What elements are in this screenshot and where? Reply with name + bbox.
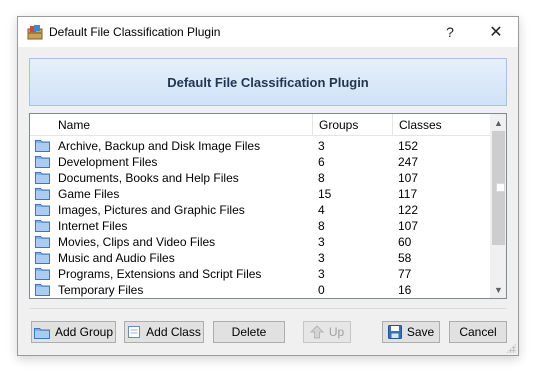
add-class-button[interactable]: Add Class — [124, 321, 204, 343]
folder-icon — [33, 327, 50, 339]
dialog-window: Default File Classification Plugin ? ✕ D… — [17, 16, 519, 356]
item-groups: 8 — [318, 171, 325, 185]
list-item[interactable]: Internet Files 8 107 — [30, 218, 490, 234]
list-item[interactable]: Music and Audio Files 3 58 — [30, 250, 490, 266]
help-button[interactable]: ? — [428, 17, 472, 47]
item-groups: 3 — [318, 235, 325, 249]
column-header-classes[interactable]: Classes — [392, 114, 490, 136]
item-groups: 4 — [318, 203, 325, 217]
item-name: Archive, Backup and Disk Image Files — [58, 139, 261, 153]
item-name: Internet Files — [58, 219, 128, 233]
item-groups: 3 — [318, 251, 325, 265]
cancel-button[interactable]: Cancel — [449, 321, 507, 343]
item-classes: 60 — [398, 235, 412, 249]
folder-icon — [35, 140, 50, 152]
folder-icon — [35, 220, 50, 232]
column-header-name[interactable]: Name — [52, 114, 312, 136]
add-class-label: Add Class — [146, 325, 201, 339]
scrollbar-grip — [496, 183, 505, 192]
banner-title: Default File Classification Plugin — [167, 74, 369, 90]
list-item[interactable]: Game Files 15 117 — [30, 186, 490, 202]
floppy-disk-icon — [387, 325, 402, 339]
classification-list[interactable]: Name Groups Classes Archive, Backup and … — [29, 113, 507, 299]
window-title: Default File Classification Plugin — [49, 25, 221, 39]
app-icon — [27, 25, 43, 40]
item-name: Game Files — [58, 187, 120, 201]
resize-grip[interactable] — [506, 343, 516, 353]
folder-icon — [35, 252, 50, 264]
close-button[interactable]: ✕ — [474, 17, 518, 47]
folder-icon — [35, 156, 50, 168]
list-item[interactable]: Development Files 6 247 — [30, 154, 490, 170]
item-classes: 122 — [398, 203, 419, 217]
document-icon — [128, 326, 141, 338]
column-header-groups[interactable]: Groups — [312, 114, 392, 136]
folder-icon — [35, 268, 50, 280]
item-groups: 6 — [318, 155, 325, 169]
item-groups: 8 — [318, 219, 325, 233]
title-bar[interactable]: Default File Classification Plugin ? ✕ — [18, 17, 518, 47]
item-name: Temporary Files — [58, 283, 144, 297]
scroll-up-arrow-icon[interactable]: ▲ — [490, 114, 506, 131]
folder-icon — [35, 188, 50, 200]
list-item[interactable]: Programs, Extensions and Script Files 3 77 — [30, 266, 490, 282]
list-rows: Archive, Backup and Disk Image Files 3 152… — [30, 138, 490, 298]
up-button[interactable]: Up — [303, 321, 351, 343]
folder-icon — [35, 172, 50, 184]
list-item[interactable]: Movies, Clips and Video Files 3 60 — [30, 234, 490, 250]
list-item[interactable]: Temporary Files 0 16 — [30, 282, 490, 298]
scrollbar-thumb[interactable] — [492, 131, 505, 245]
add-group-button[interactable]: Add Group — [31, 321, 116, 343]
item-classes: 58 — [398, 251, 412, 265]
add-group-label: Add Group — [54, 325, 114, 339]
item-classes: 152 — [398, 139, 419, 153]
item-name: Programs, Extensions and Script Files — [58, 267, 262, 281]
item-classes: 107 — [398, 171, 419, 185]
list-header: Name Groups Classes — [30, 114, 490, 136]
folder-icon — [35, 236, 50, 248]
item-groups: 0 — [318, 283, 325, 297]
up-label: Up — [328, 325, 345, 339]
folder-icon — [35, 204, 50, 216]
item-classes: 247 — [398, 155, 419, 169]
item-classes: 77 — [398, 267, 412, 281]
header-banner: Default File Classification Plugin — [29, 58, 507, 106]
save-label: Save — [406, 325, 435, 339]
folder-icon — [35, 284, 50, 296]
item-name: Development Files — [58, 155, 158, 169]
item-groups: 3 — [318, 267, 325, 281]
delete-button[interactable]: Delete — [213, 321, 285, 343]
list-item[interactable]: Documents, Books and Help Files 8 107 — [30, 170, 490, 186]
item-groups: 15 — [318, 187, 332, 201]
item-name: Movies, Clips and Video Files — [58, 235, 216, 249]
item-name: Documents, Books and Help Files — [58, 171, 239, 185]
save-button[interactable]: Save — [382, 321, 440, 343]
item-name: Music and Audio Files — [58, 251, 175, 265]
item-classes: 107 — [398, 219, 419, 233]
list-item[interactable]: Images, Pictures and Graphic Files 4 122 — [30, 202, 490, 218]
item-name: Images, Pictures and Graphic Files — [58, 203, 245, 217]
divider — [29, 308, 507, 309]
vertical-scrollbar[interactable]: ▲ ▼ — [490, 114, 506, 298]
up-arrow-icon — [309, 325, 324, 339]
item-groups: 3 — [318, 139, 325, 153]
item-classes: 117 — [398, 187, 418, 201]
item-classes: 16 — [398, 283, 412, 297]
scroll-down-arrow-icon[interactable]: ▼ — [490, 281, 506, 298]
list-item[interactable]: Archive, Backup and Disk Image Files 3 152 — [30, 138, 490, 154]
